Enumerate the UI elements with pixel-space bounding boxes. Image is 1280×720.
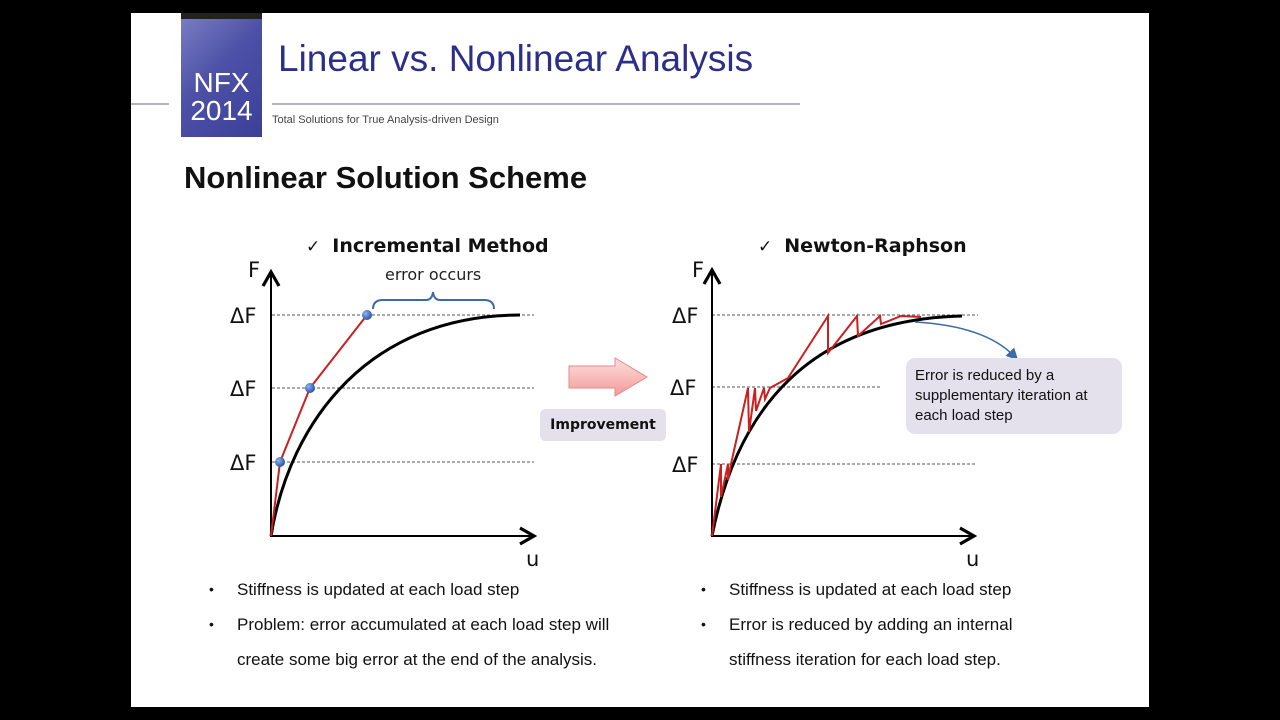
step-point: [305, 383, 315, 393]
error-brace: [372, 291, 495, 310]
x-axis-label: u: [526, 547, 539, 571]
true-response-curve: [269, 313, 521, 537]
bullet-icon: •: [701, 581, 706, 597]
load-label: ΔF: [230, 304, 256, 328]
bullet-item: • Stiffness is updated at each load step: [209, 572, 639, 607]
load-label: ΔF: [670, 376, 696, 400]
x-axis-label: u: [966, 547, 979, 571]
error-annotation: error occurs: [385, 265, 481, 284]
y-axis-label: F: [692, 258, 704, 282]
load-label: ΔF: [230, 451, 256, 475]
step-point: [362, 310, 372, 320]
bullet-item: • Stiffness is updated at each load step: [701, 572, 1071, 607]
bullet-text: Error is reduced by adding an internal s…: [729, 615, 1013, 669]
y-axis-label: F: [248, 258, 260, 282]
incremental-path: [270, 314, 368, 537]
step-point: [275, 457, 285, 467]
improvement-label: Improvement: [540, 409, 666, 441]
error-callout: Error is reduced by a supplementary iter…: [906, 358, 1122, 434]
newton-raphson-iterations: [711, 312, 922, 537]
bullet-item: • Problem: error accumulated at each loa…: [209, 607, 639, 677]
bullet-text: Stiffness is updated at each load step: [237, 580, 520, 599]
load-label: ΔF: [230, 377, 256, 401]
callout-pointer-arrow: [914, 321, 1019, 361]
bullet-text: Stiffness is updated at each load step: [729, 580, 1012, 599]
bullet-item: • Error is reduced by adding an internal…: [701, 607, 1071, 677]
bullet-icon: •: [209, 616, 214, 632]
left-diagram: F u ΔF ΔF ΔF error occurs: [230, 258, 539, 571]
bullet-icon: •: [701, 616, 706, 632]
improvement-arrow-icon: [568, 357, 648, 397]
bullet-icon: •: [209, 581, 214, 597]
bullet-text: Problem: error accumulated at each load …: [237, 615, 610, 669]
right-bullet-list: • Stiffness is updated at each load step…: [701, 572, 1071, 677]
load-label: ΔF: [672, 304, 698, 328]
left-bullet-list: • Stiffness is updated at each load step…: [209, 572, 639, 677]
load-label: ΔF: [672, 453, 698, 477]
